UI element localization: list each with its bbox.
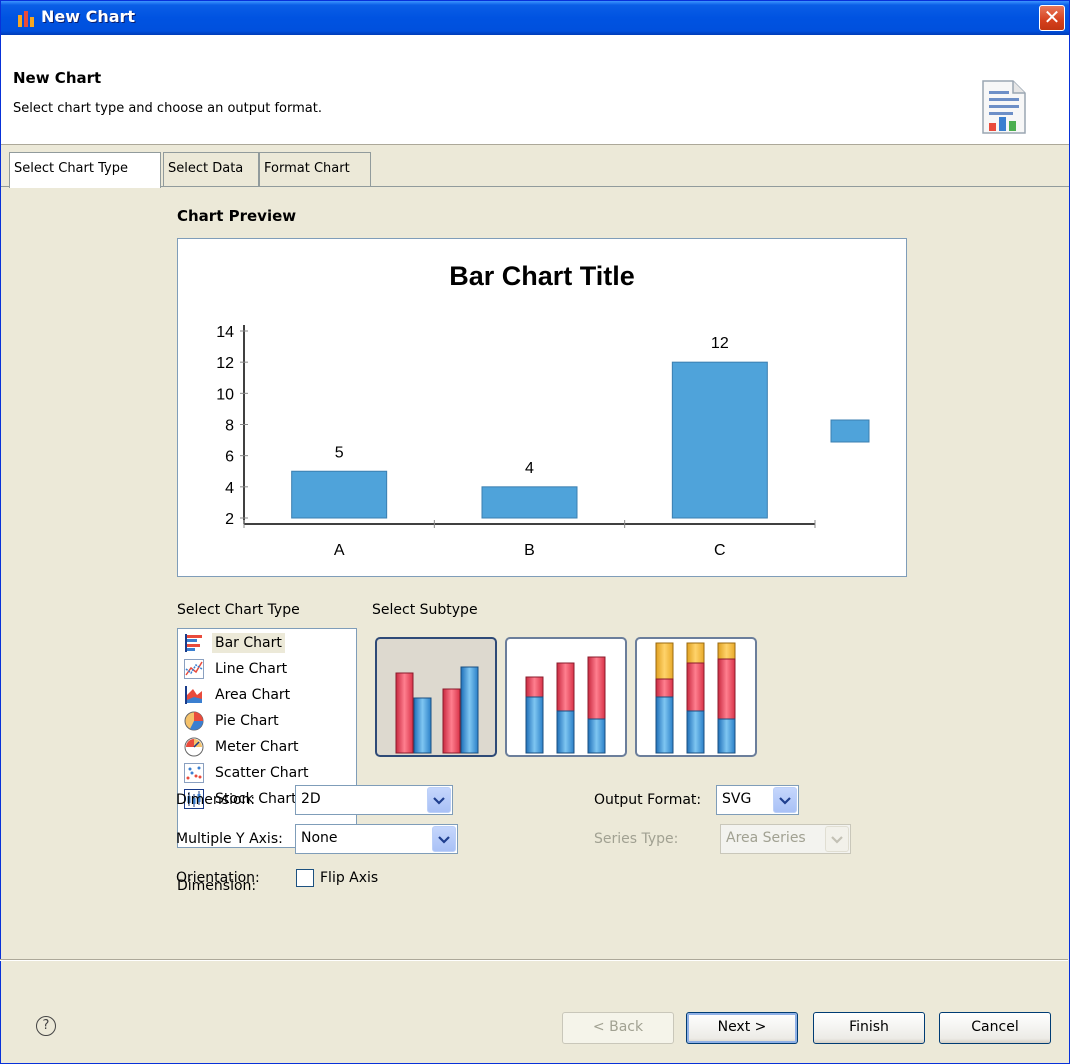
chart-title: Bar Chart Title <box>449 261 635 291</box>
scatter-chart-icon <box>184 763 204 783</box>
bar <box>291 470 388 519</box>
y-tick-label: 10 <box>216 386 234 403</box>
bar <box>671 361 768 519</box>
y-tick-label: 4 <box>225 480 234 497</box>
title-bar[interactable]: New Chart ✕ <box>1 1 1069 35</box>
y-tick-label: 8 <box>225 418 234 435</box>
dimension-value: 2D <box>301 791 321 807</box>
chart-type-list[interactable]: Bar Chart Line Chart Area Chart Pie Char… <box>177 628 357 848</box>
subtype-side-by-side-button[interactable] <box>375 637 497 757</box>
help-icon[interactable]: ? <box>36 1016 56 1036</box>
chart-type-label: Pie Chart <box>215 713 279 729</box>
tab-divider <box>1 186 1069 187</box>
close-button[interactable]: ✕ <box>1039 5 1065 31</box>
meter-chart-icon <box>184 737 204 757</box>
y-tick-label: 14 <box>216 324 234 341</box>
subtype-stacked-button[interactable] <box>505 637 627 757</box>
chart-preview-label: Chart Preview <box>177 207 297 225</box>
tab-select-data[interactable]: Select Data <box>163 152 259 186</box>
chart-wizard-icon <box>982 80 1026 134</box>
tab-format-chart[interactable]: Format Chart <box>259 152 371 186</box>
subtype-percent-stacked-button[interactable] <box>635 637 757 757</box>
bar-chart-icon <box>185 634 202 652</box>
multiple-y-axis-select[interactable]: None <box>295 824 458 854</box>
dimension-dropdown-button[interactable] <box>427 787 451 813</box>
series-type-value: Area Series <box>726 830 806 846</box>
bar <box>481 486 578 519</box>
back-button: < Back <box>562 1012 674 1044</box>
page-description: Select chart type and choose an output f… <box>13 101 322 116</box>
new-chart-dialog: New Chart ✕ New Chart Select chart type … <box>0 0 1070 1064</box>
pie-chart-icon <box>184 711 204 731</box>
orientation-label: Orientation: <box>176 870 260 886</box>
finish-button[interactable]: Finish <box>813 1012 925 1044</box>
chart-preview: Bar Chart Title 2 4 6 8 10 12 14 5 A 4 B 12 C <box>177 238 907 577</box>
side-by-side-bar-icon <box>395 666 479 754</box>
dimension-label: Dimension: <box>176 792 256 808</box>
chevron-down-icon <box>433 797 445 805</box>
page-title: New Chart <box>13 69 102 87</box>
cancel-button[interactable]: Cancel <box>939 1012 1051 1044</box>
wizard-header: New Chart Select chart type and choose a… <box>1 35 1069 145</box>
chart-type-label: Area Chart <box>215 687 291 703</box>
output-format-select[interactable]: SVG <box>716 785 799 815</box>
data-label: 12 <box>711 335 729 352</box>
x-tick-label: A <box>334 542 345 559</box>
series-type-dropdown-button <box>825 826 849 852</box>
y-tick-label: 6 <box>225 449 234 466</box>
legend-swatch <box>830 419 870 443</box>
select-chart-type-label: Select Chart Type <box>177 602 300 618</box>
percent-stacked-bar-icon <box>655 642 736 754</box>
chart-type-label: Meter Chart <box>215 739 299 755</box>
flip-axis-checkbox[interactable] <box>296 869 314 887</box>
bar-chart-preview: Bar Chart Title 2 4 6 8 10 12 14 5 A 4 B 12 C <box>216 261 870 559</box>
chart-type-label: Scatter Chart <box>215 765 309 781</box>
y-tick-label: 2 <box>225 511 234 528</box>
tab-select-chart-type[interactable]: Select Chart Type <box>9 152 161 188</box>
chart-app-icon <box>18 11 34 27</box>
footer-separator <box>0 959 1068 961</box>
dimension-select[interactable]: 2D <box>295 785 453 815</box>
chevron-down-icon <box>831 836 843 844</box>
multiple-y-axis-label: Multiple Y Axis: <box>176 831 283 847</box>
output-format-value: SVG <box>722 791 752 807</box>
chevron-down-icon <box>438 836 450 844</box>
output-format-label: Output Format: <box>594 792 702 808</box>
data-label: 5 <box>335 444 344 461</box>
flip-axis-label[interactable]: Flip Axis <box>320 870 378 886</box>
data-label: 4 <box>525 460 534 477</box>
chart-type-label: Line Chart <box>215 661 288 677</box>
series-type-label: Series Type: <box>594 831 679 847</box>
select-subtype-label: Select Subtype <box>372 602 478 618</box>
stacked-bar-icon <box>525 656 606 754</box>
window-title: New Chart <box>41 7 136 26</box>
chart-type-label: Bar Chart <box>212 633 285 653</box>
multiple-y-axis-value: None <box>301 830 338 846</box>
x-tick-label: C <box>714 542 726 559</box>
close-icon: ✕ <box>1043 5 1061 29</box>
chevron-down-icon <box>779 797 791 805</box>
next-button[interactable]: Next > <box>686 1012 798 1044</box>
x-tick-label: B <box>524 542 535 559</box>
area-chart-icon <box>185 686 202 704</box>
line-chart-icon <box>184 659 204 679</box>
multiple-y-axis-dropdown-button[interactable] <box>432 826 456 852</box>
output-format-dropdown-button[interactable] <box>773 787 797 813</box>
y-tick-label: 12 <box>216 355 234 372</box>
series-type-select: Area Series <box>720 824 851 854</box>
